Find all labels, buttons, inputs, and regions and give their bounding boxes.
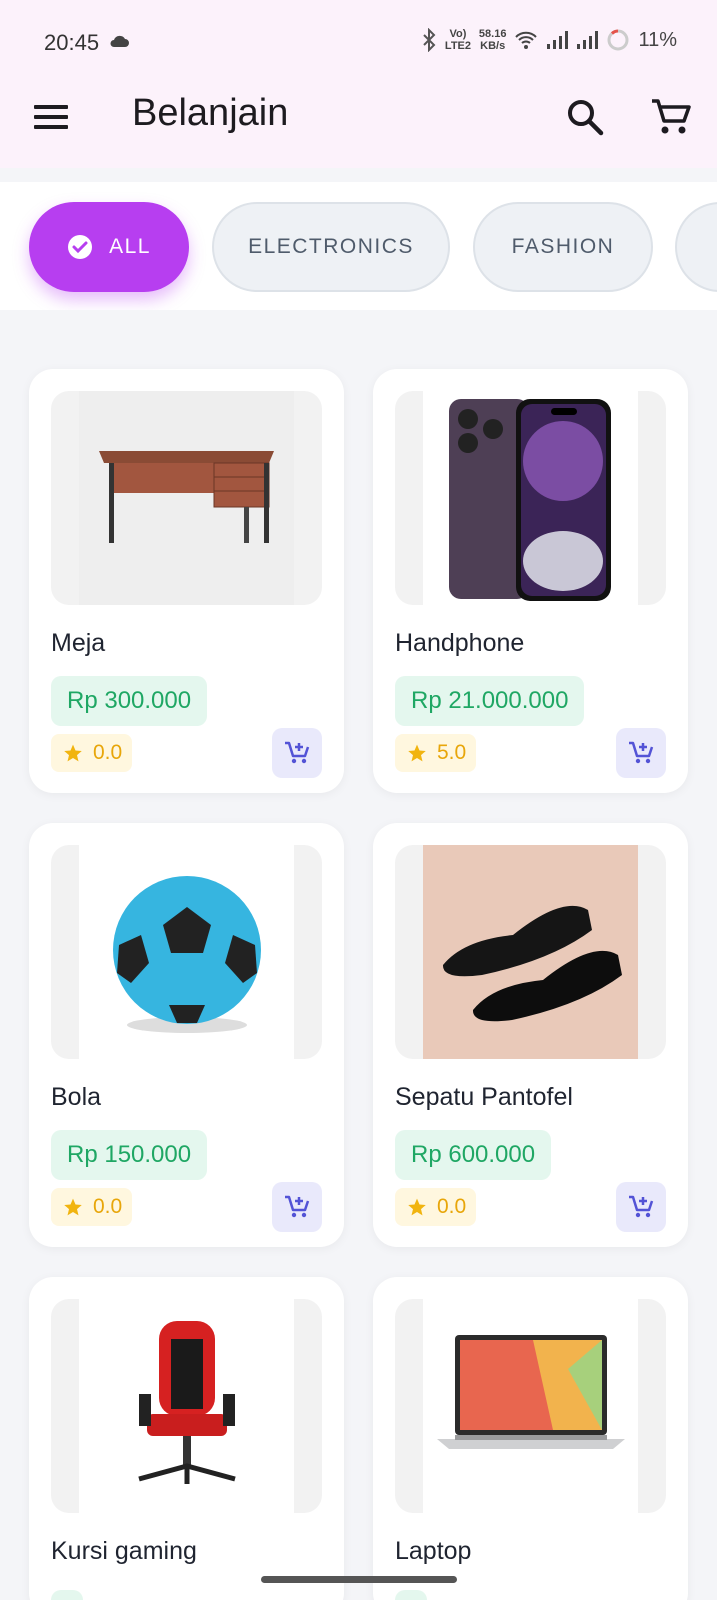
product-name: Laptop (395, 1537, 472, 1565)
rating-value: 0.0 (437, 1195, 467, 1218)
star-icon (408, 1198, 426, 1216)
shoes-image (423, 845, 638, 1059)
rating-badge: 5.0 (395, 734, 477, 772)
phone-image (423, 391, 638, 605)
gaming-chair-image (79, 1299, 294, 1513)
product-image (395, 845, 666, 1059)
product-card-kursi-gaming[interactable]: Kursi gaming (29, 1277, 344, 1600)
desk-image (79, 391, 294, 605)
chip-electronics[interactable]: ELECTRONICS (212, 202, 450, 292)
product-image (51, 845, 322, 1059)
search-icon[interactable] (564, 96, 606, 138)
product-card-sepatu-pantofel[interactable]: Sepatu Pantofel Rp 600.000 0.0 (373, 823, 688, 1247)
product-card-handphone[interactable]: Handphone Rp 21.000.000 5.0 (373, 369, 688, 793)
star-icon (64, 1198, 82, 1216)
price-badge: Rp 600.000 (395, 1130, 552, 1180)
product-name: Kursi gaming (51, 1537, 197, 1565)
rating-value: 0.0 (93, 1195, 123, 1218)
product-image (51, 391, 322, 605)
product-image (51, 1299, 322, 1513)
add-to-cart-button[interactable] (616, 1182, 666, 1232)
chip-label: ELECTRONICS (248, 235, 414, 258)
chip-more[interactable] (675, 202, 717, 292)
product-name: Meja (51, 629, 106, 657)
battery-saver-icon (607, 29, 629, 51)
price-badge: Rp 21.000.000 (395, 676, 585, 726)
check-circle-icon (68, 235, 93, 259)
top-app-area: 20:45 Vo) LTE2 58.16 KB/s 11% Belanjain (0, 0, 717, 168)
price-badge (395, 1590, 427, 1600)
product-image (395, 391, 666, 605)
bluetooth-icon (423, 28, 436, 52)
rating-value: 5.0 (437, 741, 467, 764)
price-badge (51, 1590, 83, 1600)
chip-label: ALL (109, 235, 151, 258)
add-to-cart-button[interactable] (272, 1182, 322, 1232)
add-shopping-cart-icon (285, 1195, 310, 1218)
product-card-bola[interactable]: Bola Rp 150.000 0.0 (29, 823, 344, 1247)
rating-badge: 0.0 (51, 1188, 133, 1226)
status-bar: 20:45 Vo) LTE2 58.16 KB/s 11% (0, 20, 717, 64)
category-filter-bar: ALL ELECTRONICS FASHION (0, 182, 717, 310)
app-title: Belanjain (132, 92, 289, 134)
cloud-icon (110, 35, 129, 47)
product-name: Sepatu Pantofel (395, 1083, 573, 1111)
rating-badge: 0.0 (395, 1188, 477, 1226)
star-icon (64, 744, 82, 762)
price-badge: Rp 150.000 (51, 1130, 208, 1180)
product-card-meja[interactable]: Meja Rp 300.000 0.0 (29, 369, 344, 793)
product-card-laptop[interactable]: Laptop (373, 1277, 688, 1600)
volte-indicator: Vo) LTE2 (444, 28, 471, 52)
network-speed-value: 58.16 (478, 28, 507, 40)
status-icons: Vo) LTE2 58.16 KB/s 11% (421, 28, 677, 52)
price-badge: Rp 300.000 (51, 676, 208, 726)
cart-icon[interactable] (650, 96, 692, 138)
add-to-cart-button[interactable] (272, 728, 322, 778)
rating-badge: 0.0 (51, 734, 133, 772)
product-name: Bola (51, 1083, 102, 1111)
signal-icon (547, 31, 569, 49)
network-speed: 58.16 KB/s (479, 28, 507, 52)
add-to-cart-button[interactable] (616, 728, 666, 778)
add-shopping-cart-icon (285, 741, 310, 764)
ball-image (79, 845, 294, 1059)
star-icon (408, 744, 426, 762)
rating-value: 0.0 (93, 741, 123, 764)
network-speed-unit: KB/s (480, 40, 506, 52)
laptop-image (423, 1299, 638, 1513)
chip-fashion[interactable]: FASHION (473, 202, 653, 292)
chip-label: FASHION (511, 235, 615, 258)
product-name: Handphone (395, 629, 525, 657)
signal-icon (577, 31, 599, 49)
battery-percent: 11% (638, 28, 677, 51)
product-image (395, 1299, 666, 1513)
chip-all[interactable]: ALL (29, 202, 189, 292)
add-shopping-cart-icon (629, 1195, 654, 1218)
add-shopping-cart-icon (629, 741, 654, 764)
home-indicator[interactable] (261, 1576, 457, 1583)
status-time: 20:45 (44, 30, 100, 55)
wifi-icon (515, 31, 538, 49)
menu-icon[interactable] (30, 96, 72, 138)
